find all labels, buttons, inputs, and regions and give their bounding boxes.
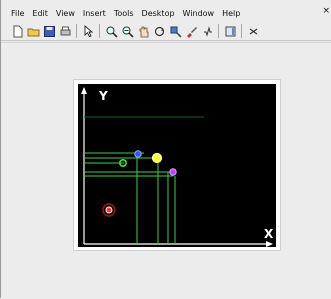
axes-frame: Y X xyxy=(74,80,280,250)
rotate-3d-icon[interactable] xyxy=(152,24,167,39)
print-icon[interactable] xyxy=(58,24,73,39)
toolbar-separator xyxy=(218,24,219,38)
marker-blue xyxy=(134,150,142,158)
save-icon[interactable] xyxy=(42,24,57,39)
menu-insert[interactable]: Insert xyxy=(79,9,110,18)
menu-tools[interactable]: Tools xyxy=(110,9,138,18)
x-axis-label: X xyxy=(264,227,274,241)
menu-view[interactable]: View xyxy=(52,9,79,18)
marker-purple xyxy=(169,168,177,176)
open-folder-icon[interactable] xyxy=(26,24,41,39)
close-icon[interactable]: × xyxy=(322,6,330,16)
menu-window[interactable]: Window xyxy=(179,9,219,18)
marker-yellow xyxy=(151,152,163,164)
menu-desktop[interactable]: Desktop xyxy=(138,9,179,18)
menu-edit[interactable]: Edit xyxy=(28,9,52,18)
marker-red xyxy=(105,206,113,214)
y-axis-label: Y xyxy=(99,89,108,103)
figure-window: File Edit View Insert Tools Desktop Wind… xyxy=(0,0,331,299)
y-axis-arrow-icon xyxy=(81,87,87,94)
plot-svg xyxy=(81,87,273,247)
toolbar-separator xyxy=(241,24,242,38)
menu-help[interactable]: Help xyxy=(218,9,244,18)
zoom-in-icon[interactable] xyxy=(104,24,119,39)
toolbar-separator xyxy=(76,24,77,38)
link-icon[interactable] xyxy=(200,24,215,39)
zoom-out-icon[interactable] xyxy=(120,24,135,39)
menu-bar: File Edit View Insert Tools Desktop Wind… xyxy=(1,6,331,20)
legend-icon[interactable] xyxy=(246,24,261,39)
menu-file[interactable]: File xyxy=(1,9,28,18)
toolbar-separator xyxy=(99,24,100,38)
colorbar-icon[interactable] xyxy=(223,24,238,39)
figure-toolbar xyxy=(1,22,331,41)
brush-icon[interactable] xyxy=(184,24,199,39)
data-cursor-icon[interactable] xyxy=(168,24,183,39)
new-file-icon[interactable] xyxy=(10,24,25,39)
pan-icon[interactable] xyxy=(136,24,151,39)
x-axis-arrow-icon xyxy=(266,241,273,247)
pointer-icon[interactable] xyxy=(81,24,96,39)
axes-plot[interactable]: Y X xyxy=(78,84,276,247)
